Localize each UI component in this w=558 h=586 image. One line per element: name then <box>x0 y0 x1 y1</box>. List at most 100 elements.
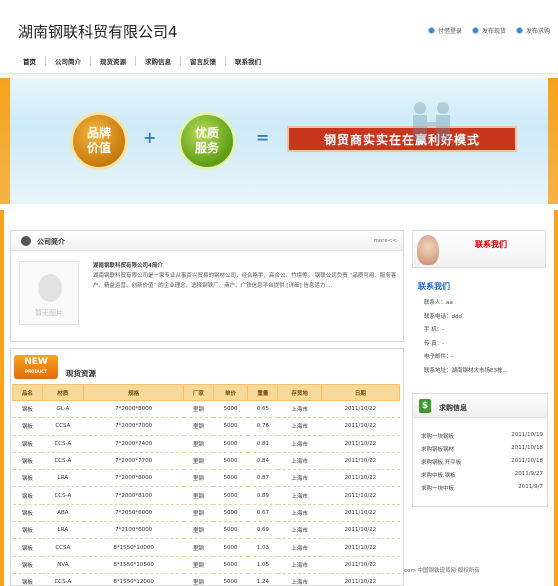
top-links: 付借登录 发布现货 发布求购 <box>427 26 550 35</box>
nav-home[interactable]: 首页 <box>14 56 46 66</box>
table-cell: 里钢 <box>183 556 214 574</box>
buy-info-item[interactable]: 求购钢板,开平板 2011/10/18 <box>421 458 547 466</box>
goods-column-header: 存货地 <box>277 384 322 401</box>
footer-copyright: com 中国钢铁现货网 版权所有 <box>404 568 480 574</box>
contact-phone: 联系电话：ddd <box>424 313 462 320</box>
table-cell: 0.65 <box>247 400 278 419</box>
table-cell: 8*1550*10500 <box>83 556 184 574</box>
table-cell: 上海市 <box>277 435 322 453</box>
table-cell: 钢板 <box>12 486 43 505</box>
table-cell: 2011/10/22 <box>321 435 400 453</box>
publish-buy-link[interactable]: 发布求购 <box>515 26 550 35</box>
table-cell: 里钢 <box>183 521 214 540</box>
company-intro-panel: 公司简介 more<< 暂无图片 湖南钢联科贸有限公司4简介 湖南钢联科贸有限公… <box>10 230 404 342</box>
table-cell: 7*2050*6000 <box>83 504 184 523</box>
no-image-placeholder: 暂无图片 <box>19 261 79 325</box>
table-cell: 上海市 <box>277 417 322 436</box>
goods-column-header: 重量 <box>247 384 279 401</box>
table-cell: 钢板 <box>12 435 43 453</box>
table-row[interactable]: 钢板 CCS-A 7*2000*7700 里钢 5000 0.84 上海市 2011/10/2… <box>12 452 400 471</box>
table-row[interactable]: 钢板 CCS-A 7*2000*8100 里钢 5000 0.89 上海市 2011/10/2… <box>12 486 400 505</box>
member-login-link[interactable]: 付借登录 <box>427 26 462 35</box>
nav-feedback[interactable]: 留言反馈 <box>181 56 226 66</box>
table-cell: 5000 <box>213 521 248 540</box>
table-cell: 7*2000*7400 <box>83 435 184 453</box>
table-cell: 里钢 <box>183 417 214 436</box>
table-cell: 7*2000*8000 <box>83 400 184 419</box>
nav-buy-info[interactable]: 求购信息 <box>136 56 181 66</box>
table-cell: 里钢 <box>183 469 214 488</box>
table-cell: 1.03 <box>247 538 278 557</box>
table-row[interactable]: 钢板 CCS-A 7*2000*7400 里钢 5000 0.81 上海市 2011/10/2… <box>12 435 400 453</box>
buy-item-date: 2011/9/7 <box>518 484 543 490</box>
table-row[interactable]: 钢板 CCSA 7*2000*7000 里钢 5000 0.76 上海市 2011/10/22 <box>12 417 400 436</box>
table-row[interactable]: 钢板 GL-A 7*2000*8000 里钢 5000 0.65 上海市 2011/10/22 <box>12 400 400 419</box>
table-cell: 上海市 <box>277 556 322 574</box>
table-cell: 0.67 <box>247 504 278 523</box>
table-cell: 钢板 <box>12 556 43 574</box>
table-row[interactable]: 钢板 LRA 7*2000*8000 里钢 5000 0.87 上海市 2011/10/22 <box>12 469 400 488</box>
table-cell: 5000 <box>213 435 248 453</box>
contact-address: 联系地址：湖南钢材大市场E3栋... <box>424 367 508 374</box>
table-cell: 钢板 <box>12 417 43 436</box>
table-cell: 钢板 <box>12 538 43 557</box>
nav-divider <box>0 73 558 76</box>
table-cell: 2011/10/22 <box>321 573 400 586</box>
table-cell: CCS-A <box>42 573 84 586</box>
site-title: 湖南钢联科贸有限公司4 <box>18 23 178 41</box>
buy-info-item[interactable]: 求购中板,钢板 2011/9/27 <box>421 471 547 479</box>
buy-info-item[interactable]: 求购钢板钢材 2011/10/18 <box>421 445 547 453</box>
table-cell: CCS-A <box>42 452 84 471</box>
table-row[interactable]: 钢板 LRA 7*2100*6000 里钢 5000 0.69 上海市 2011/10/22 <box>12 521 400 540</box>
more-link[interactable]: more<< <box>374 238 397 244</box>
buy-item-date: 2011/9/27 <box>514 471 543 477</box>
company-intro-name[interactable]: 湖南钢联科贸有限公司4简介 <box>93 261 163 269</box>
table-cell: 里钢 <box>183 486 214 505</box>
banner-left-edge <box>0 78 10 204</box>
table-cell: 2011/10/22 <box>321 504 400 523</box>
table-cell: 5000 <box>213 573 248 586</box>
table-cell: CCSA <box>42 417 84 436</box>
site-header: 湖南钢联科贸有限公司4 付借登录 发布现货 发布求购 <box>0 0 558 48</box>
main-nav: 首页 公司简介 现货资源 求购信息 留言反馈 联系我们 <box>14 52 544 70</box>
buy-info-item[interactable]: 求购一块钢板 2011/10/19 <box>421 432 547 440</box>
table-cell: 上海市 <box>277 573 322 586</box>
table-cell: ABA <box>42 504 84 523</box>
plus-sign: + <box>143 128 157 147</box>
nav-company-intro[interactable]: 公司简介 <box>46 56 91 66</box>
table-cell: 1.05 <box>247 556 278 574</box>
table-cell: 7*2100*6000 <box>83 521 184 540</box>
table-row[interactable]: 钢板 CCSA 8*1550*10000 里钢 5000 1.03 上海市 2011/10/2… <box>12 538 400 557</box>
brand-value-badge: 品牌 价值 <box>70 112 128 170</box>
banner: 品牌 价值 + 优质 服务 = 钢贸商实实在在赢利好模式 <box>0 78 558 204</box>
table-cell: 上海市 <box>277 504 322 523</box>
company-intro-title: 公司简介 <box>37 238 65 246</box>
table-row[interactable]: 钢板 ABA 7*2050*6000 里钢 5000 0.67 上海市 2011/10/22 <box>12 504 400 523</box>
table-cell: 1.24 <box>247 573 278 586</box>
nav-contact[interactable]: 联系我们 <box>226 56 270 66</box>
table-row[interactable]: 钢板 CCS-A 8*1550*12000 里钢 5000 1.24 上海市 2011/10/… <box>12 573 400 586</box>
buy-info-item[interactable]: 求购一块中板 2011/9/7 <box>421 484 547 492</box>
buy-item-date: 2011/10/19 <box>511 432 543 438</box>
table-row[interactable]: 钢板 NVA 8*1550*10500 里钢 5000 1.05 上海市 2011/10/22 <box>12 556 400 574</box>
table-cell: 里钢 <box>183 504 214 523</box>
buy-item-name: 求购一块中板 <box>421 486 455 492</box>
table-cell: 2011/10/22 <box>321 452 400 471</box>
nav-goods[interactable]: 现货资源 <box>91 56 136 66</box>
table-cell: 7*2000*7000 <box>83 417 184 436</box>
table-cell: 2011/10/22 <box>321 521 400 540</box>
dollar-icon: $ <box>419 399 431 413</box>
table-cell: CCS-A <box>42 486 84 505</box>
table-cell: 5000 <box>213 417 248 436</box>
table-cell: 上海市 <box>277 538 322 557</box>
contact-list: 联系人：aa 联系电话：ddd 手 机：- 传 真：- 电子邮件：- 联系地址：… <box>424 297 549 378</box>
table-cell: NVA <box>42 556 84 574</box>
contact-banner-text: 联系我们 <box>475 240 507 249</box>
publish-goods-link[interactable]: 发布现货 <box>471 26 506 35</box>
table-cell: 7*2000*8000 <box>83 469 184 488</box>
table-cell: 里钢 <box>183 400 214 419</box>
table-cell: 上海市 <box>277 486 322 505</box>
contact-banner: 联系我们 <box>412 230 546 268</box>
table-cell: 5000 <box>213 486 248 505</box>
table-cell: LRA <box>42 521 84 540</box>
